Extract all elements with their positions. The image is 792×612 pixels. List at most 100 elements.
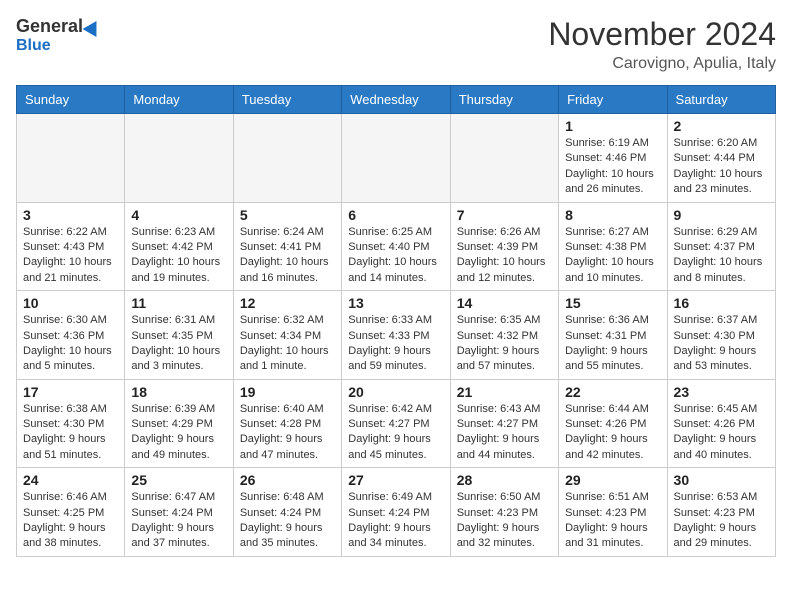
day-number: 18 (131, 384, 226, 400)
calendar-table: SundayMondayTuesdayWednesdayThursdayFrid… (16, 85, 776, 557)
day-number: 7 (457, 207, 552, 223)
day-info: Sunrise: 6:36 AM Sunset: 4:31 PM Dayligh… (565, 313, 660, 375)
calendar-week-5: 24Sunrise: 6:46 AM Sunset: 4:25 PM Dayli… (17, 468, 776, 557)
day-number: 14 (457, 295, 552, 311)
column-header-tuesday: Tuesday (233, 86, 341, 114)
logo: General Blue (16, 16, 101, 55)
calendar-cell: 13 Sunrise: 6:33 AM Sunset: 4:33 PM Dayli… (342, 291, 450, 380)
calendar-cell: 9 Sunrise: 6:29 AM Sunset: 4:37 PM Daylig… (667, 202, 775, 291)
calendar-cell: 25 Sunrise: 6:47 AM Sunset: 4:24 PM Dayli… (125, 468, 233, 557)
location-subtitle: Carovigno, Apulia, Italy (548, 55, 776, 73)
calendar-cell: 1Sunrise: 6:19 AM Sunset: 4:46 PM Daylig… (559, 114, 667, 203)
calendar-cell: 28 Sunrise: 6:50 AM Sunset: 4:23 PM Dayli… (450, 468, 558, 557)
calendar-week-3: 10 Sunrise: 6:30 AM Sunset: 4:36 PM Dayli… (17, 291, 776, 380)
day-number: 4 (131, 207, 226, 223)
day-info: Sunrise: 6:45 AM Sunset: 4:26 PM Dayligh… (674, 402, 769, 464)
day-number: 23 (674, 384, 769, 400)
day-info: Sunrise: 6:49 AM Sunset: 4:24 PM Dayligh… (348, 490, 443, 552)
page-header: General Blue November 2024 Carovigno, Ap… (16, 16, 776, 73)
day-info: Sunrise: 6:42 AM Sunset: 4:27 PM Dayligh… (348, 402, 443, 464)
day-info: Sunrise: 6:32 AM Sunset: 4:34 PM Dayligh… (240, 313, 335, 375)
day-info: Sunrise: 6:47 AM Sunset: 4:24 PM Dayligh… (131, 490, 226, 552)
day-number: 10 (23, 295, 118, 311)
column-header-saturday: Saturday (667, 86, 775, 114)
calendar-cell (125, 114, 233, 203)
day-number: 20 (348, 384, 443, 400)
calendar-cell: 8 Sunrise: 6:27 AM Sunset: 4:38 PM Daylig… (559, 202, 667, 291)
calendar-cell: 6 Sunrise: 6:25 AM Sunset: 4:40 PM Daylig… (342, 202, 450, 291)
calendar-week-1: 1Sunrise: 6:19 AM Sunset: 4:46 PM Daylig… (17, 114, 776, 203)
logo-general-text: General (16, 16, 83, 37)
calendar-cell: 15 Sunrise: 6:36 AM Sunset: 4:31 PM Dayli… (559, 291, 667, 380)
calendar-cell: 12 Sunrise: 6:32 AM Sunset: 4:34 PM Dayli… (233, 291, 341, 380)
day-number: 29 (565, 472, 660, 488)
day-info: Sunrise: 6:19 AM Sunset: 4:46 PM Dayligh… (565, 136, 660, 198)
day-number: 9 (674, 207, 769, 223)
day-number: 22 (565, 384, 660, 400)
day-number: 16 (674, 295, 769, 311)
day-info: Sunrise: 6:43 AM Sunset: 4:27 PM Dayligh… (457, 402, 552, 464)
day-info: Sunrise: 6:48 AM Sunset: 4:24 PM Dayligh… (240, 490, 335, 552)
day-number: 6 (348, 207, 443, 223)
calendar-cell: 7 Sunrise: 6:26 AM Sunset: 4:39 PM Daylig… (450, 202, 558, 291)
day-number: 17 (23, 384, 118, 400)
day-number: 25 (131, 472, 226, 488)
calendar-cell: 14 Sunrise: 6:35 AM Sunset: 4:32 PM Dayli… (450, 291, 558, 380)
day-info: Sunrise: 6:35 AM Sunset: 4:32 PM Dayligh… (457, 313, 552, 375)
day-info: Sunrise: 6:46 AM Sunset: 4:25 PM Dayligh… (23, 490, 118, 552)
day-info: Sunrise: 6:40 AM Sunset: 4:28 PM Dayligh… (240, 402, 335, 464)
day-number: 27 (348, 472, 443, 488)
day-number: 30 (674, 472, 769, 488)
day-info: Sunrise: 6:38 AM Sunset: 4:30 PM Dayligh… (23, 402, 118, 464)
calendar-cell: 18Sunrise: 6:39 AM Sunset: 4:29 PM Dayli… (125, 379, 233, 468)
day-number: 26 (240, 472, 335, 488)
title-section: November 2024 Carovigno, Apulia, Italy (548, 16, 776, 73)
calendar-week-2: 3 Sunrise: 6:22 AM Sunset: 4:43 PM Daylig… (17, 202, 776, 291)
day-number: 15 (565, 295, 660, 311)
day-number: 2 (674, 118, 769, 134)
calendar-cell: 27 Sunrise: 6:49 AM Sunset: 4:24 PM Dayli… (342, 468, 450, 557)
day-info: Sunrise: 6:27 AM Sunset: 4:38 PM Dayligh… (565, 225, 660, 287)
day-info: Sunrise: 6:50 AM Sunset: 4:23 PM Dayligh… (457, 490, 552, 552)
calendar-cell (233, 114, 341, 203)
calendar-cell: 4 Sunrise: 6:23 AM Sunset: 4:42 PM Daylig… (125, 202, 233, 291)
day-number: 12 (240, 295, 335, 311)
logo-blue-text: Blue (16, 37, 51, 55)
calendar-cell (450, 114, 558, 203)
calendar-cell: 29 Sunrise: 6:51 AM Sunset: 4:23 PM Dayli… (559, 468, 667, 557)
calendar-cell: 30 Sunrise: 6:53 AM Sunset: 4:23 PM Dayli… (667, 468, 775, 557)
calendar-cell: 17 Sunrise: 6:38 AM Sunset: 4:30 PM Dayli… (17, 379, 125, 468)
day-number: 13 (348, 295, 443, 311)
day-info: Sunrise: 6:25 AM Sunset: 4:40 PM Dayligh… (348, 225, 443, 287)
calendar-cell: 23 Sunrise: 6:45 AM Sunset: 4:26 PM Dayli… (667, 379, 775, 468)
logo-triangle-icon (83, 16, 104, 36)
day-number: 8 (565, 207, 660, 223)
day-info: Sunrise: 6:26 AM Sunset: 4:39 PM Dayligh… (457, 225, 552, 287)
day-info: Sunrise: 6:44 AM Sunset: 4:26 PM Dayligh… (565, 402, 660, 464)
day-info: Sunrise: 6:31 AM Sunset: 4:35 PM Dayligh… (131, 313, 226, 375)
day-number: 19 (240, 384, 335, 400)
day-info: Sunrise: 6:22 AM Sunset: 4:43 PM Dayligh… (23, 225, 118, 287)
calendar-cell: 20 Sunrise: 6:42 AM Sunset: 4:27 PM Dayli… (342, 379, 450, 468)
day-info: Sunrise: 6:53 AM Sunset: 4:23 PM Dayligh… (674, 490, 769, 552)
day-info: Sunrise: 6:33 AM Sunset: 4:33 PM Dayligh… (348, 313, 443, 375)
month-title: November 2024 (548, 16, 776, 53)
calendar-cell: 11 Sunrise: 6:31 AM Sunset: 4:35 PM Dayli… (125, 291, 233, 380)
calendar-cell: 19 Sunrise: 6:40 AM Sunset: 4:28 PM Dayli… (233, 379, 341, 468)
day-number: 3 (23, 207, 118, 223)
calendar-header-row: SundayMondayTuesdayWednesdayThursdayFrid… (17, 86, 776, 114)
day-number: 11 (131, 295, 226, 311)
day-info: Sunrise: 6:51 AM Sunset: 4:23 PM Dayligh… (565, 490, 660, 552)
column-header-sunday: Sunday (17, 86, 125, 114)
day-info: Sunrise: 6:30 AM Sunset: 4:36 PM Dayligh… (23, 313, 118, 375)
day-number: 21 (457, 384, 552, 400)
column-header-monday: Monday (125, 86, 233, 114)
day-number: 28 (457, 472, 552, 488)
column-header-thursday: Thursday (450, 86, 558, 114)
calendar-cell: 22 Sunrise: 6:44 AM Sunset: 4:26 PM Dayli… (559, 379, 667, 468)
calendar-cell: 5Sunrise: 6:24 AM Sunset: 4:41 PM Daylig… (233, 202, 341, 291)
day-info: Sunrise: 6:23 AM Sunset: 4:42 PM Dayligh… (131, 225, 226, 287)
day-number: 5 (240, 207, 335, 223)
day-info: Sunrise: 6:29 AM Sunset: 4:37 PM Dayligh… (674, 225, 769, 287)
calendar-cell: 21 Sunrise: 6:43 AM Sunset: 4:27 PM Dayli… (450, 379, 558, 468)
